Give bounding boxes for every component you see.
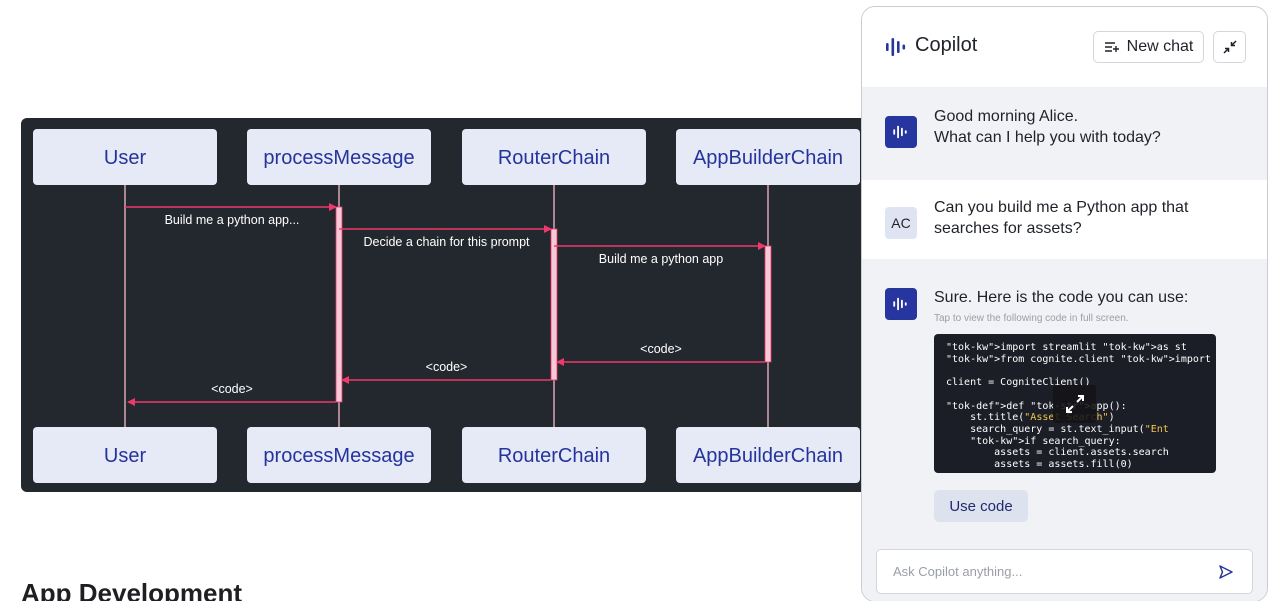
participant-bottom-2: RouterChain	[462, 427, 646, 483]
greeting-line: Good morning Alice.	[934, 108, 1079, 125]
use-code-button[interactable]: Use code	[934, 490, 1028, 522]
message-label: Build me a python app...	[165, 213, 300, 227]
send-button[interactable]	[1214, 560, 1238, 584]
chat-input[interactable]	[876, 549, 1253, 594]
copilot-avatar	[885, 116, 917, 148]
fullscreen-button[interactable]	[1053, 385, 1096, 423]
message-label: <code>	[640, 342, 682, 356]
sequence-diagram-canvas: User User processMessage processMessage Rout…	[33, 129, 860, 483]
message-label: <code>	[426, 360, 468, 374]
activation-bar	[335, 206, 343, 403]
code-preview[interactable]: "tok-kw">import streamlit "tok-kw">as st…	[934, 334, 1216, 473]
participant-top-0: User	[33, 129, 217, 185]
participant-label: RouterChain	[498, 147, 610, 169]
participant-bottom-0: User	[33, 427, 217, 483]
new-chat-label: New chat	[1126, 38, 1194, 55]
code-hint: Tap to view the following code in full s…	[934, 313, 1129, 324]
copilot-title: Copilot	[915, 34, 978, 56]
participant-label: AppBuilderChain	[693, 147, 843, 169]
participant-label: User	[104, 445, 147, 467]
section-heading: App Development	[21, 578, 243, 601]
copilot-avatar	[885, 288, 917, 320]
new-chat-icon	[1104, 42, 1119, 52]
activation-bar	[764, 245, 772, 363]
participant-label: User	[104, 147, 147, 169]
copilot-header: Copilot New chat	[862, 7, 1267, 87]
participant-top-3: AppBuilderChain	[676, 129, 860, 185]
collapse-icon	[1222, 40, 1237, 54]
chat-message-assistant: Sure. Here is the code you can use: Tap …	[862, 259, 1267, 541]
message-label: <code>	[211, 382, 253, 396]
chat-message-text: Good morning Alice. What can I help you …	[934, 106, 1254, 148]
expand-icon	[1065, 395, 1084, 413]
participant-top-1: processMessage	[247, 129, 431, 185]
participant-label: processMessage	[263, 147, 414, 169]
send-icon	[1219, 565, 1233, 579]
new-chat-button[interactable]: New chat	[1093, 31, 1204, 63]
participant-bottom-3: AppBuilderChain	[676, 427, 860, 483]
greeting-question: What can I help you with today?	[934, 129, 1161, 146]
participant-label: processMessage	[263, 445, 414, 467]
soundwave-icon	[893, 125, 907, 139]
participant-label: AppBuilderChain	[693, 445, 843, 467]
chat-input-area	[862, 541, 1267, 601]
message-label: Decide a chain for this prompt	[363, 235, 530, 249]
message-label: Build me a python app	[599, 252, 723, 266]
chat-message-text: Can you build me a Python app that searc…	[934, 199, 1189, 237]
activation-bar	[550, 228, 558, 381]
user-avatar: AC	[885, 207, 917, 239]
participant-label: RouterChain	[498, 445, 610, 467]
chat-message-user: AC Can you build me a Python app that se…	[862, 180, 1267, 259]
soundwave-icon	[886, 38, 906, 56]
chat-message-assistant: Good morning Alice. What can I help you …	[862, 87, 1267, 180]
sequence-diagram: User User processMessage processMessage Rout…	[21, 118, 901, 492]
soundwave-icon	[893, 297, 907, 311]
copilot-panel: Copilot New chat Good morning Alice. Wha…	[861, 6, 1268, 601]
collapse-button[interactable]	[1213, 31, 1246, 63]
participant-bottom-1: processMessage	[247, 427, 431, 483]
page: User User processMessage processMessage Rout…	[0, 0, 1284, 601]
participant-top-2: RouterChain	[462, 129, 646, 185]
chat-message-text: Sure. Here is the code you can use:	[934, 289, 1189, 306]
